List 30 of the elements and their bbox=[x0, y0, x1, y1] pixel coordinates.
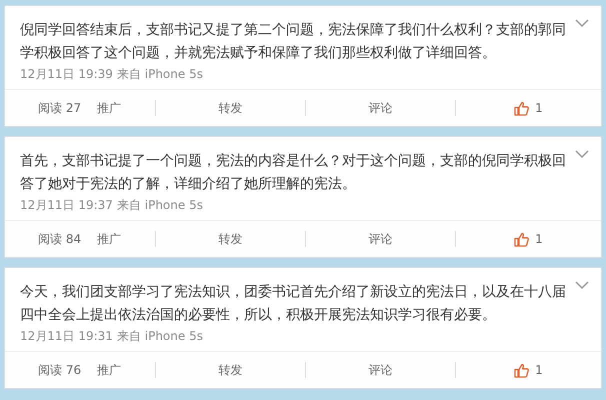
like-count: 1 bbox=[535, 101, 543, 115]
promote-link[interactable]: 推广 bbox=[97, 100, 122, 116]
repost-button[interactable]: 转发 bbox=[218, 230, 242, 248]
chevron-icon[interactable] bbox=[575, 19, 589, 28]
repost-button[interactable]: 转发 bbox=[218, 362, 242, 378]
repost-button[interactable]: 转发 bbox=[218, 100, 242, 116]
comment-button[interactable]: 评论 bbox=[368, 230, 392, 248]
like-count: 1 bbox=[535, 363, 543, 377]
like-count: 1 bbox=[535, 232, 543, 246]
post-text: 倪同学回答结束后，支部书记又提了第二个问题，宪法保障了我们什么权利？支部的郭同学积极回答了这个问题，并就宪法赋予和保障了我们那些权利做了详细回答。 bbox=[20, 21, 567, 63]
comment-button[interactable]: 评论 bbox=[368, 362, 392, 378]
read-count: 阅读 76 bbox=[38, 362, 82, 378]
chevron-icon[interactable] bbox=[575, 281, 589, 290]
thumbs-up-icon[interactable] bbox=[514, 100, 530, 116]
promote-link[interactable]: 推广 bbox=[97, 230, 122, 248]
post-text: 今天，我们团支部学习了宪法知识，团委书记首先介绍了新设立的宪法日，以及在十八届四中全会上提出依法治国的必要性，所以，积极开展宪法知识学习很有必要。 bbox=[20, 283, 567, 325]
read-count: 阅读 27 bbox=[38, 100, 82, 116]
promote-link[interactable]: 推广 bbox=[97, 362, 122, 378]
post-source: 来自 iPhone 5s bbox=[116, 197, 203, 214]
post-source: 来自 iPhone 5s bbox=[116, 328, 203, 345]
post-time[interactable]: 12月11日 19:37 bbox=[20, 197, 113, 214]
chevron-icon[interactable] bbox=[575, 150, 589, 159]
post-text: 首先，支部书记提了一个问题，宪法的内容是什么？对于这个问题，支部的倪同学积极回答了她对于宪法的了解，详细介绍了她所理解的宪法。 bbox=[20, 152, 567, 194]
thumbs-up-icon[interactable] bbox=[514, 232, 530, 246]
thumbs-up-icon[interactable] bbox=[514, 362, 530, 378]
post-time[interactable]: 12月11日 19:31 bbox=[20, 328, 113, 345]
post-source: 来自 iPhone 5s bbox=[116, 66, 203, 83]
read-count: 阅读 84 bbox=[38, 230, 82, 248]
post-time[interactable]: 12月11日 19:39 bbox=[20, 66, 113, 83]
comment-button[interactable]: 评论 bbox=[368, 100, 392, 116]
